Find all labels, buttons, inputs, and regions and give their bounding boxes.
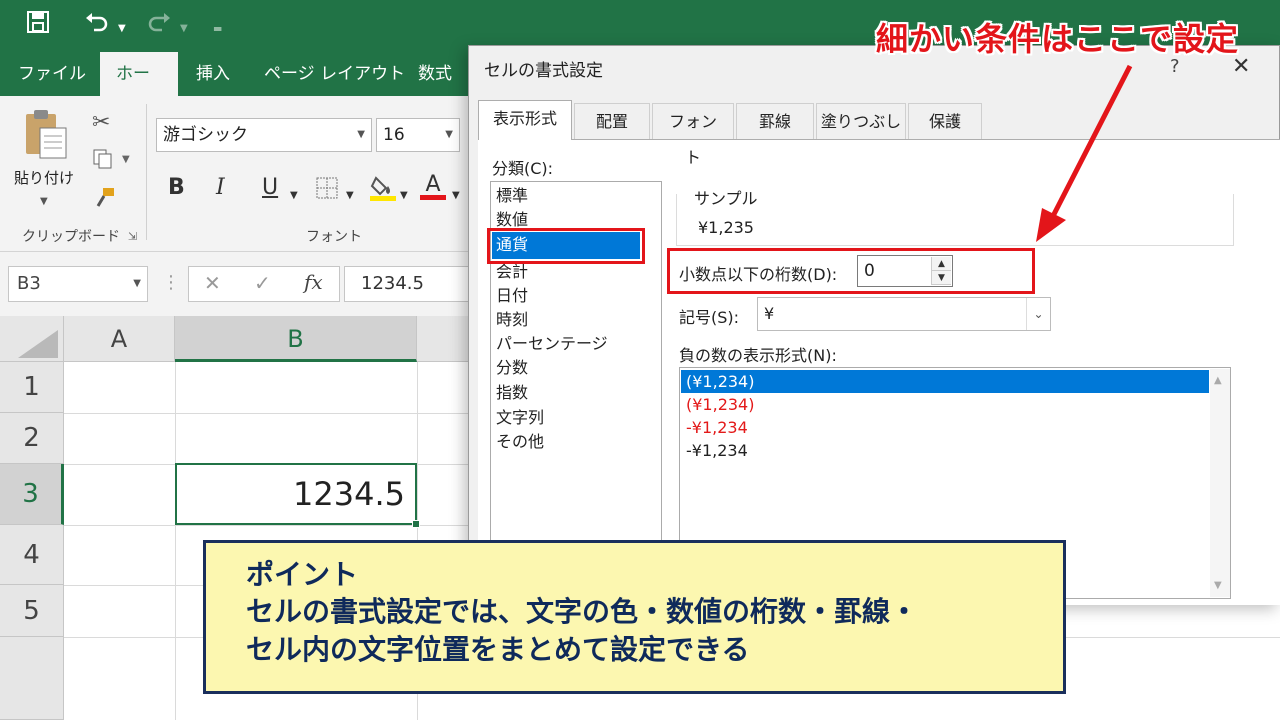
annotation-headline: 細かい条件はここで設定: [876, 20, 1240, 58]
point-line-2: セル内の文字位置をまとめて設定できる: [246, 633, 750, 666]
point-line-1: セルの書式設定では、文字の色・数値の桁数・罫線・: [246, 595, 919, 628]
point-title: ポイント: [246, 558, 359, 591]
point-callout: ポイント セルの書式設定では、文字の色・数値の桁数・罫線・ セル内の文字位置をま…: [203, 540, 1066, 694]
